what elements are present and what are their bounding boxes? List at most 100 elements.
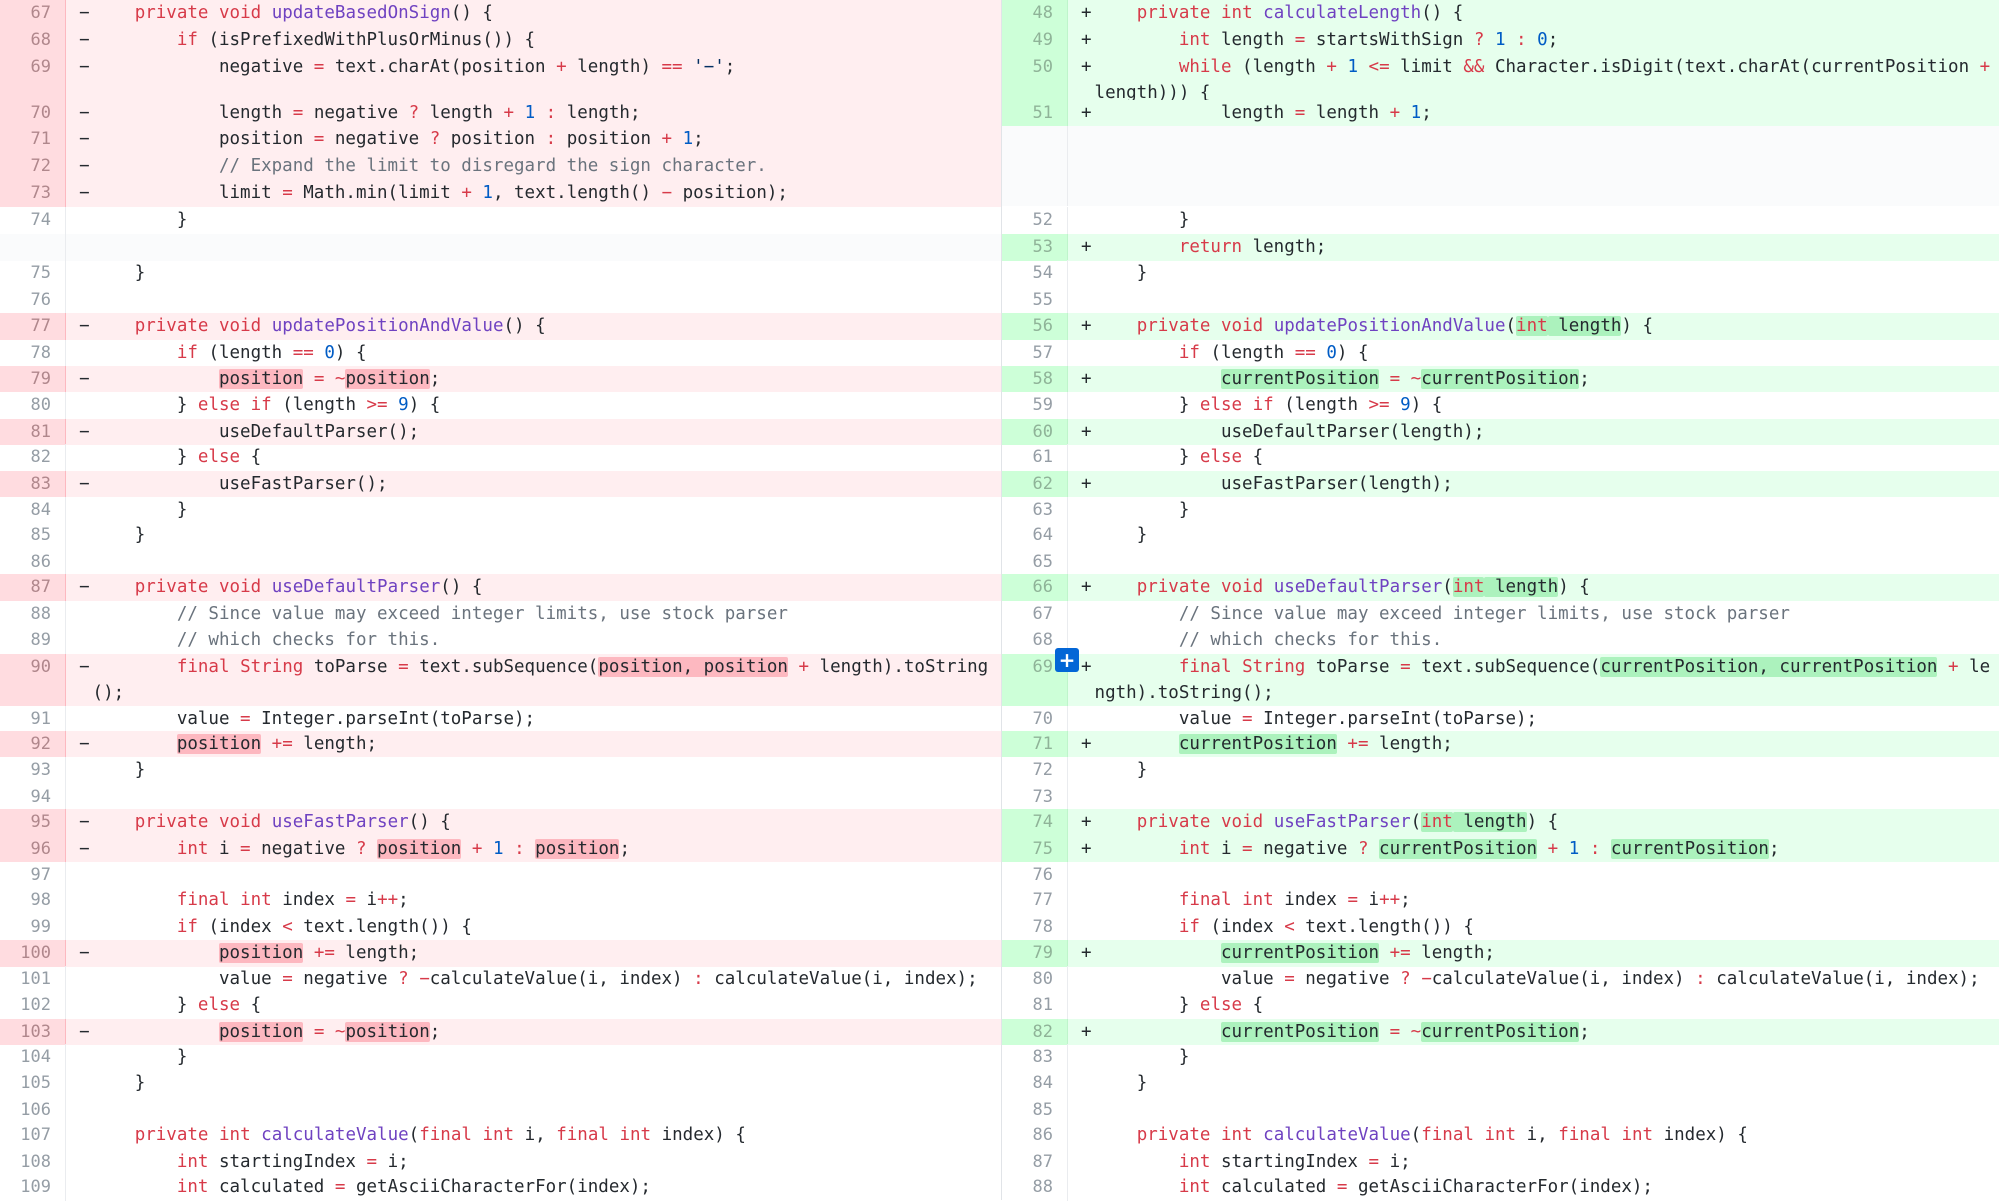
line-number[interactable]: 64: [1002, 522, 1068, 549]
line-number[interactable]: 82: [1002, 1019, 1068, 1045]
line-number[interactable]: 68: [0, 27, 66, 54]
line-number[interactable]: 99: [0, 914, 66, 940]
line-number[interactable]: 87: [1002, 1149, 1068, 1175]
line-number[interactable]: 78: [1002, 914, 1068, 940]
line-number[interactable]: 104: [0, 1044, 66, 1070]
line-number[interactable]: 88: [0, 601, 66, 627]
line-number[interactable]: 51: [1002, 100, 1068, 127]
line-number[interactable]: 71: [1002, 731, 1068, 757]
line-number[interactable]: 85: [1002, 1097, 1068, 1123]
line-number[interactable]: 94: [0, 784, 66, 810]
line-number[interactable]: 89: [0, 627, 66, 654]
line-number[interactable]: 63: [1002, 497, 1068, 523]
line-number[interactable]: 52: [1002, 207, 1068, 234]
line-number[interactable]: 71: [0, 126, 66, 153]
line-number[interactable]: 98: [0, 887, 66, 914]
line-number[interactable]: 96: [0, 836, 66, 862]
line-number[interactable]: 79: [0, 366, 66, 392]
line-number[interactable]: 83: [1002, 1044, 1068, 1070]
line-number[interactable]: 95: [0, 809, 66, 836]
line-number[interactable]: 60: [1002, 419, 1068, 445]
code-line: }: [82, 760, 146, 780]
line-number[interactable]: 105: [0, 1070, 66, 1097]
line-number[interactable]: [1002, 126, 1068, 206]
line-number[interactable]: 57: [1002, 340, 1068, 367]
line-number[interactable]: 103: [0, 1019, 66, 1045]
diff-line: 87− private void useDefaultParser() {: [0, 574, 1001, 601]
code-line: }: [82, 525, 146, 545]
line-number[interactable]: 73: [0, 180, 66, 207]
line-number[interactable]: 84: [1002, 1070, 1068, 1097]
code-line: position += length;: [176, 734, 378, 754]
line-number[interactable]: 86: [0, 549, 66, 575]
diff-line: 97: [0, 862, 1001, 888]
line-number[interactable]: 65: [1002, 549, 1068, 575]
line-number[interactable]: [0, 234, 66, 261]
line-number[interactable]: 77: [0, 313, 66, 340]
line-number[interactable]: 90: [0, 654, 66, 706]
line-number[interactable]: 48: [1002, 0, 1068, 27]
line-number[interactable]: 76: [0, 287, 66, 313]
diff-line: 91 value = Integer.parseInt(toParse);: [0, 706, 1001, 732]
line-number[interactable]: 54: [1002, 260, 1068, 287]
line-number[interactable]: 88: [1002, 1174, 1068, 1201]
line-number[interactable]: 80: [1002, 966, 1068, 992]
line-number[interactable]: 70: [0, 100, 66, 127]
code-line: // Since value may exceed integer limits…: [1178, 604, 1790, 624]
diff-line: 107 private int calculateValue(final int…: [0, 1122, 1001, 1149]
line-number[interactable]: 72: [1002, 757, 1068, 784]
split-diff-view: 67− private void updateBasedOnSign() {68…: [0, 0, 1999, 1201]
line-number[interactable]: 92: [0, 731, 66, 757]
line-number[interactable]: 84: [0, 497, 66, 523]
line-number[interactable]: 49: [1002, 27, 1068, 54]
line-number[interactable]: 50: [1002, 54, 1068, 100]
line-number[interactable]: 67: [1002, 601, 1068, 627]
line-number[interactable]: 74: [0, 207, 66, 234]
line-number[interactable]: 69: [0, 54, 66, 100]
line-number[interactable]: 56: [1002, 313, 1068, 340]
line-number[interactable]: 76: [1002, 862, 1068, 888]
line-number[interactable]: 78: [0, 340, 66, 367]
diff-line: 48 + private int calculateLength() {: [1002, 0, 1999, 27]
line-number[interactable]: 100: [0, 940, 66, 967]
add-comment-button[interactable]: +: [1055, 648, 1079, 672]
line-number[interactable]: 79: [1002, 940, 1068, 967]
line-number[interactable]: 75: [0, 260, 66, 287]
line-number[interactable]: 81: [0, 419, 66, 445]
line-number[interactable]: 93: [0, 757, 66, 784]
line-number[interactable]: 58: [1002, 366, 1068, 392]
line-number[interactable]: 61: [1002, 444, 1068, 471]
line-number[interactable]: 82: [0, 444, 66, 471]
line-number[interactable]: 72: [0, 153, 66, 180]
line-number[interactable]: 70: [1002, 706, 1068, 732]
line-number[interactable]: 91: [0, 706, 66, 732]
line-number[interactable]: 102: [0, 992, 66, 1019]
line-number[interactable]: 74: [1002, 809, 1068, 836]
line-number[interactable]: 62: [1002, 471, 1068, 497]
line-number[interactable]: 106: [0, 1097, 66, 1123]
line-number[interactable]: 97: [0, 862, 66, 888]
line-number[interactable]: 77: [1002, 887, 1068, 914]
line-number[interactable]: 67: [0, 0, 66, 27]
line-number[interactable]: 86: [1002, 1122, 1068, 1149]
line-number[interactable]: 83: [0, 471, 66, 497]
line-number[interactable]: 59: [1002, 392, 1068, 419]
line-number[interactable]: 75: [1002, 836, 1068, 862]
diff-line: 77 final int index = i++;: [1002, 887, 1999, 914]
line-number[interactable]: 87: [0, 574, 66, 601]
line-number[interactable]: 109: [0, 1174, 66, 1201]
changed-token: position: [218, 1022, 304, 1042]
line-number[interactable]: 101: [0, 966, 66, 992]
line-number[interactable]: 108: [0, 1149, 66, 1175]
line-number[interactable]: 55: [1002, 287, 1068, 313]
line-number[interactable]: 85: [0, 522, 66, 549]
line-number[interactable]: 107: [0, 1122, 66, 1149]
line-number[interactable]: 53: [1002, 234, 1068, 261]
line-number[interactable]: 66: [1002, 574, 1068, 601]
line-number[interactable]: 80: [0, 392, 66, 419]
line-number[interactable]: 73: [1002, 784, 1068, 810]
code-line: useDefaultParser(length);: [1084, 422, 1485, 442]
code-line: private int calculateValue(final int i, …: [1136, 1125, 1748, 1145]
line-number[interactable]: 81: [1002, 992, 1068, 1019]
